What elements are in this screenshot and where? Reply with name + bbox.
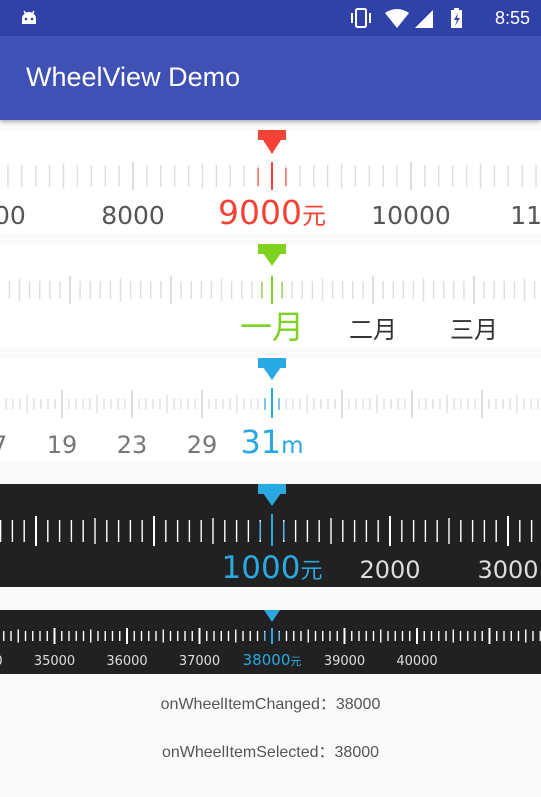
wheel-label: 3000 xyxy=(477,556,538,584)
wheel-view-dark-large[interactable]: 1000元 2000 3000 xyxy=(0,484,541,587)
wheel-label-selected: 38000元 xyxy=(243,651,302,669)
wheel-canvas: 17 19 23 29 31m xyxy=(0,358,539,461)
selector-pointer-icon xyxy=(264,610,280,622)
wheel-unit: 元 xyxy=(302,202,326,230)
selector-pointer-cap xyxy=(258,484,286,494)
selector-pointer-cap xyxy=(258,358,286,368)
cell-signal-icon xyxy=(415,10,433,28)
item-changed-text: onWheelItemChanged：38000 xyxy=(160,696,381,713)
wheel-label: 7000 xyxy=(0,201,26,230)
selector-pointer-cap xyxy=(258,130,286,140)
wheel-canvas: 1000元 2000 3000 xyxy=(0,484,539,586)
wheel-label: 17 xyxy=(0,431,7,459)
status-icons xyxy=(351,8,462,28)
wheel-label: 19 xyxy=(47,431,78,459)
wheel-view-salary[interactable]: 7000 8000 9000元 10000 11000 xyxy=(0,130,541,234)
wheel-label-selected: 9000元 xyxy=(218,193,326,232)
wheel-view-meters[interactable]: 17 19 23 29 31m xyxy=(0,358,541,462)
wheel-canvas: 34000 35000 36000 37000 38000元 39000 40000 xyxy=(0,610,541,669)
wheel-label: 8000 xyxy=(101,201,165,230)
wheel-unit: m xyxy=(281,433,303,459)
selector-pointer-cap xyxy=(258,244,286,254)
wheel-label: 三月 xyxy=(450,316,498,344)
wheel-label-selected: 一月 xyxy=(240,308,304,346)
wheel-label: 35000 xyxy=(34,654,75,669)
wheel-label: 2000 xyxy=(359,556,420,584)
wheel-label: 11000 xyxy=(510,201,541,230)
wheel-view-dark-small[interactable]: 34000 35000 36000 37000 38000元 39000 40000 xyxy=(0,610,541,674)
app-bar: WheelView Demo xyxy=(0,36,541,120)
wheel-label: 36000 xyxy=(106,654,147,669)
wheel-label: 23 xyxy=(117,431,148,459)
status-time: 8:55 xyxy=(494,8,530,28)
wheel-label: 39000 xyxy=(324,654,365,669)
wheel-label-selected: 1000元 xyxy=(222,550,323,586)
wheel-canvas: 7000 8000 9000元 10000 11000 xyxy=(0,130,541,232)
wheel-label: 40000 xyxy=(396,654,437,669)
wifi-icon xyxy=(385,9,409,28)
wheel-canvas: 一月 二月 三月 xyxy=(0,244,536,346)
battery-icon xyxy=(451,8,462,28)
item-selected-text: onWheelItemSelected：38000 xyxy=(161,744,380,761)
android-notification-icon xyxy=(22,10,36,24)
wheel-unit: 元 xyxy=(300,559,322,584)
wheel-unit: 元 xyxy=(290,655,301,668)
wheel-label-selected: 31m xyxy=(240,423,303,461)
app-title: WheelView Demo xyxy=(26,62,241,92)
wheel-view-month[interactable]: 一月 二月 三月 xyxy=(0,244,541,348)
wheel-label: 34000 xyxy=(0,654,3,669)
wheel-label: 二月 xyxy=(349,316,397,344)
wheel-label: 10000 xyxy=(371,201,451,230)
wheel-label: 29 xyxy=(187,431,218,459)
wheel-label: 37000 xyxy=(179,654,220,669)
status-bar: 8:55 xyxy=(0,0,541,36)
vibrate-icon xyxy=(351,8,371,28)
